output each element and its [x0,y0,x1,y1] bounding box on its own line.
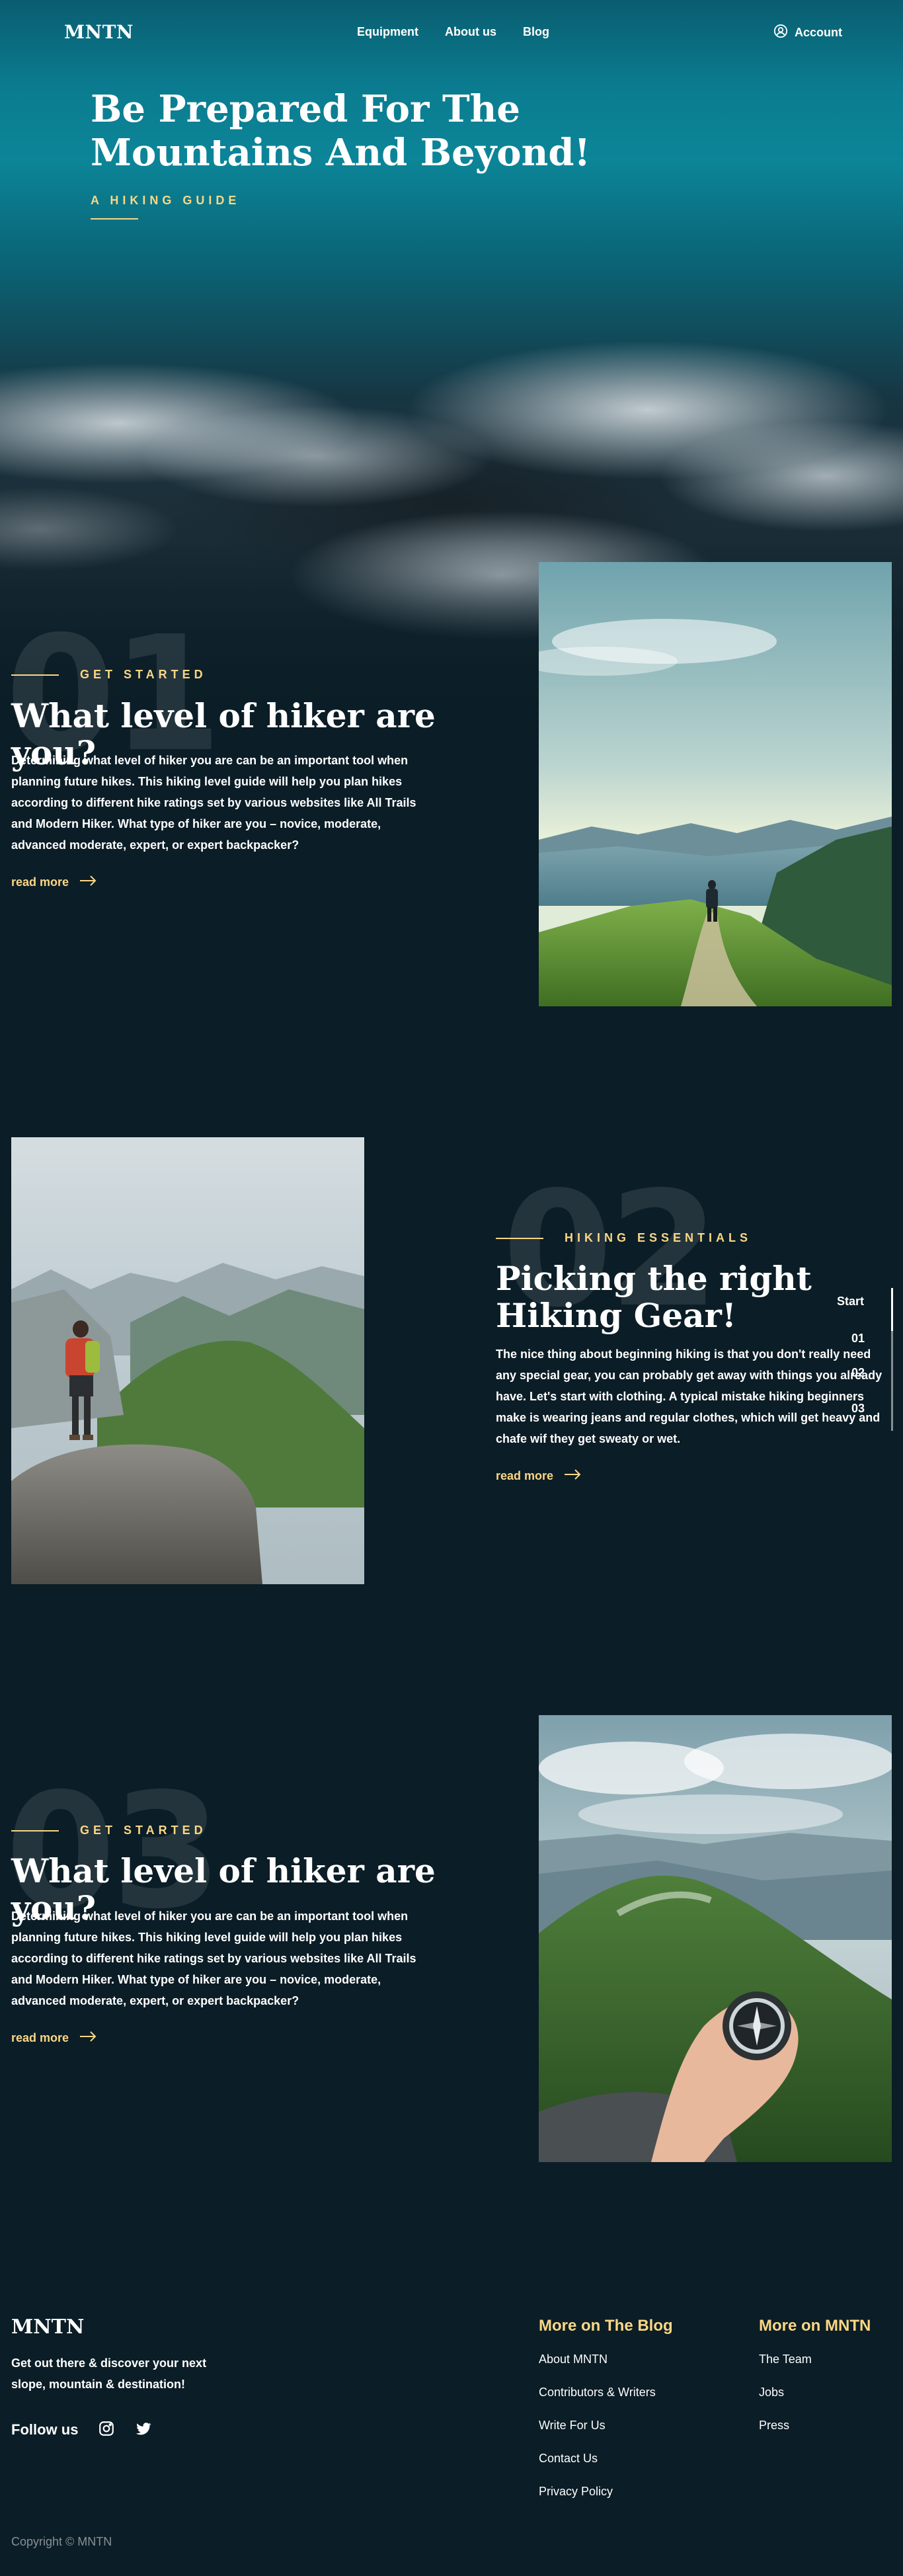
hero-subtitle: A HIKING GUIDE [91,194,241,207]
read-more-link[interactable]: read more [11,2031,97,2045]
footer-link-press[interactable]: Press [759,2416,871,2435]
arrow-right-icon [79,875,97,889]
nav-link-equipment[interactable]: Equipment [357,25,418,39]
account-link[interactable]: Account [773,24,842,42]
nav-link-blog[interactable]: Blog [523,25,549,39]
hiker-on-ridge-photo [539,562,892,1006]
read-more-label: read more [11,2031,69,2044]
read-more-label: read more [496,1469,554,1482]
section-eyebrow: GET STARTED [11,668,207,682]
user-icon [773,24,788,42]
section-body: Determining what level of hiker you are … [11,1910,416,2007]
site-logo[interactable]: MNTN [64,21,134,43]
footer-link-write-for-us[interactable]: Write For Us [539,2416,673,2435]
side-nav-track [891,1288,893,1431]
hero-title: Be Prepared For The Mountains And Beyond… [91,87,591,175]
footer-column-title: More on The Blog [539,2317,673,2335]
section-eyebrow: GET STARTED [11,1824,207,1837]
side-progress-nav: Start 01 02 03 [834,1288,893,1433]
side-nav-item-02[interactable]: 02 [851,1366,865,1380]
arrow-right-icon [79,2031,97,2045]
social-links: Follow us [11,2420,152,2440]
footer-column-title: More on MNTN [759,2317,871,2335]
section-eyebrow: HIKING ESSENTIALS [496,1231,752,1245]
section-body: The nice thing about beginning hiking is… [496,1348,883,1445]
eyebrow-line [496,1237,543,1239]
footer-link-the-team[interactable]: The Team [759,2350,871,2368]
side-nav-item-03[interactable]: 03 [851,1402,865,1416]
footer-column-mntn: More on MNTN The Team Jobs Press [759,2317,871,2449]
hiker-on-rock-photo [11,1137,364,1584]
section-title: Picking the right Hiking Gear! [496,1259,812,1335]
read-more-link[interactable]: read more [11,875,97,889]
read-more-label: read more [11,875,69,889]
footer-link-contributors[interactable]: Contributors & Writers [539,2383,673,2401]
eyebrow-line [11,674,59,676]
nav-link-about-us[interactable]: About us [445,25,496,39]
main-nav: Equipment About us Blog [357,25,549,39]
compass-in-hand-photo [539,1715,892,2162]
read-more-link[interactable]: read more [496,1469,581,1483]
account-label: Account [795,26,842,39]
section-body: Determining what level of hiker you are … [11,754,416,852]
eyebrow-text: HIKING ESSENTIALS [565,1231,752,1244]
twitter-icon[interactable] [135,2420,152,2440]
footer-tagline: Get out there & discover your next slope… [11,2356,207,2391]
footer-logo[interactable]: MNTN [11,2315,84,2339]
footer-link-jobs[interactable]: Jobs [759,2383,871,2401]
eyebrow-text: GET STARTED [80,668,207,681]
footer-column-blog: More on The Blog About MNTN Contributors… [539,2317,673,2515]
eyebrow-line [11,1830,59,1831]
arrow-right-icon [564,1469,581,1483]
footer-link-privacy-policy[interactable]: Privacy Policy [539,2482,673,2501]
side-nav-start[interactable]: Start [837,1295,864,1308]
side-nav-progress [891,1288,893,1331]
side-nav-item-01[interactable]: 01 [851,1332,865,1346]
copyright-text: Copyright © MNTN [11,2535,112,2548]
footer-link-about-mntn[interactable]: About MNTN [539,2350,673,2368]
hero-accent-line [91,218,138,220]
footer-link-contact-us[interactable]: Contact Us [539,2449,673,2468]
instagram-icon[interactable] [98,2420,115,2440]
eyebrow-text: GET STARTED [80,1824,207,1837]
follow-us-label: Follow us [11,2421,79,2438]
